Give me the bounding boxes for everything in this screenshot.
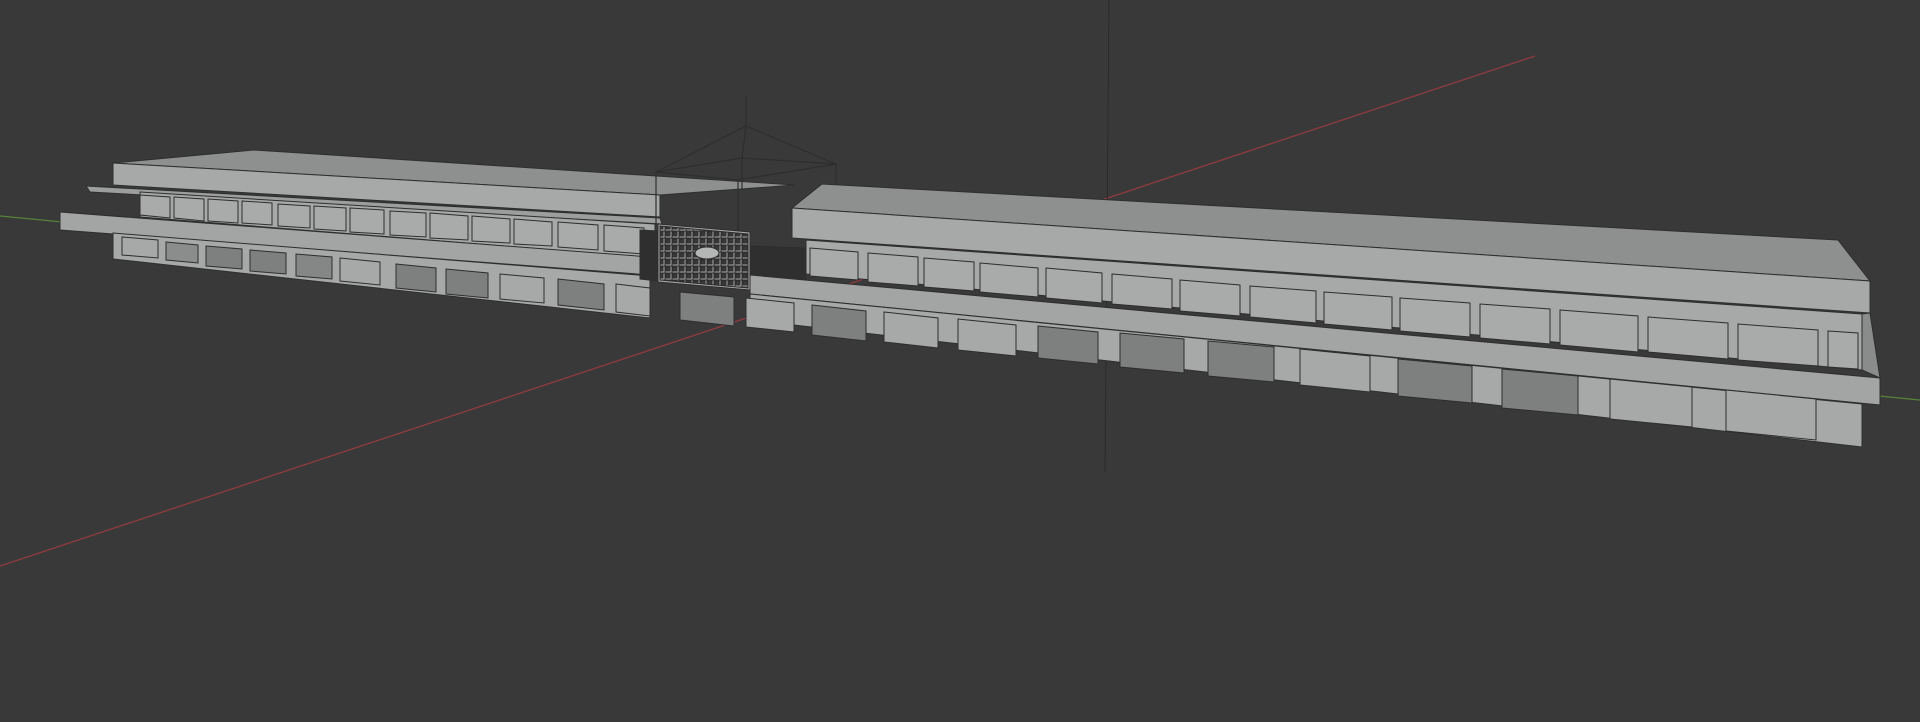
shopfront bbox=[121, 236, 159, 259]
window bbox=[1737, 323, 1819, 367]
shopfront-shutter bbox=[205, 245, 243, 270]
window bbox=[389, 210, 427, 238]
window bbox=[1323, 291, 1393, 331]
window bbox=[1045, 267, 1103, 304]
tower-side-panel bbox=[639, 229, 659, 282]
shopfront-shutter bbox=[1119, 332, 1185, 374]
window bbox=[1111, 273, 1173, 310]
window bbox=[603, 224, 645, 255]
shopfront bbox=[339, 257, 381, 286]
3d-viewport[interactable] bbox=[0, 0, 1920, 722]
window bbox=[1647, 316, 1729, 360]
window bbox=[207, 198, 239, 224]
window bbox=[867, 252, 919, 287]
window bbox=[173, 196, 205, 222]
window bbox=[923, 257, 975, 292]
shopfront bbox=[615, 283, 651, 317]
window bbox=[1399, 297, 1471, 338]
shopfront bbox=[499, 273, 545, 304]
window bbox=[557, 221, 599, 251]
window bbox=[139, 194, 171, 219]
window bbox=[349, 207, 385, 235]
window bbox=[241, 200, 273, 226]
shopfront-shutter bbox=[811, 304, 867, 342]
window bbox=[809, 247, 859, 281]
shopfront-shutter bbox=[679, 291, 735, 327]
shopfront-shutter bbox=[165, 241, 199, 264]
viewport-canvas[interactable] bbox=[0, 0, 1920, 722]
shopfront-shutter bbox=[1501, 368, 1579, 416]
shopfront bbox=[957, 318, 1017, 357]
shopfront bbox=[1725, 389, 1817, 441]
shopfront bbox=[745, 297, 795, 333]
shopfront-shutter bbox=[1397, 358, 1473, 404]
window bbox=[1827, 330, 1859, 370]
window bbox=[1559, 309, 1639, 353]
shopfront bbox=[1609, 378, 1693, 428]
window bbox=[277, 203, 311, 229]
shopfront bbox=[1299, 348, 1371, 393]
tower-side-panel bbox=[749, 245, 807, 281]
lattice-emblem bbox=[694, 246, 720, 260]
shopfront-shutter bbox=[1037, 325, 1099, 365]
window bbox=[313, 205, 347, 232]
window bbox=[1479, 303, 1551, 345]
shopfront-shutter bbox=[1207, 340, 1275, 383]
window bbox=[513, 218, 553, 247]
shopfront-shutter bbox=[445, 268, 489, 299]
window bbox=[429, 212, 469, 241]
shopfront-shutter bbox=[295, 253, 333, 280]
shopfront-shutter bbox=[557, 278, 605, 311]
window bbox=[471, 215, 511, 244]
window bbox=[1249, 285, 1317, 324]
shopfront-shutter bbox=[395, 263, 437, 293]
window bbox=[979, 262, 1039, 298]
shopfront bbox=[883, 311, 939, 349]
window bbox=[1179, 279, 1241, 317]
shopfront-shutter bbox=[249, 249, 287, 275]
